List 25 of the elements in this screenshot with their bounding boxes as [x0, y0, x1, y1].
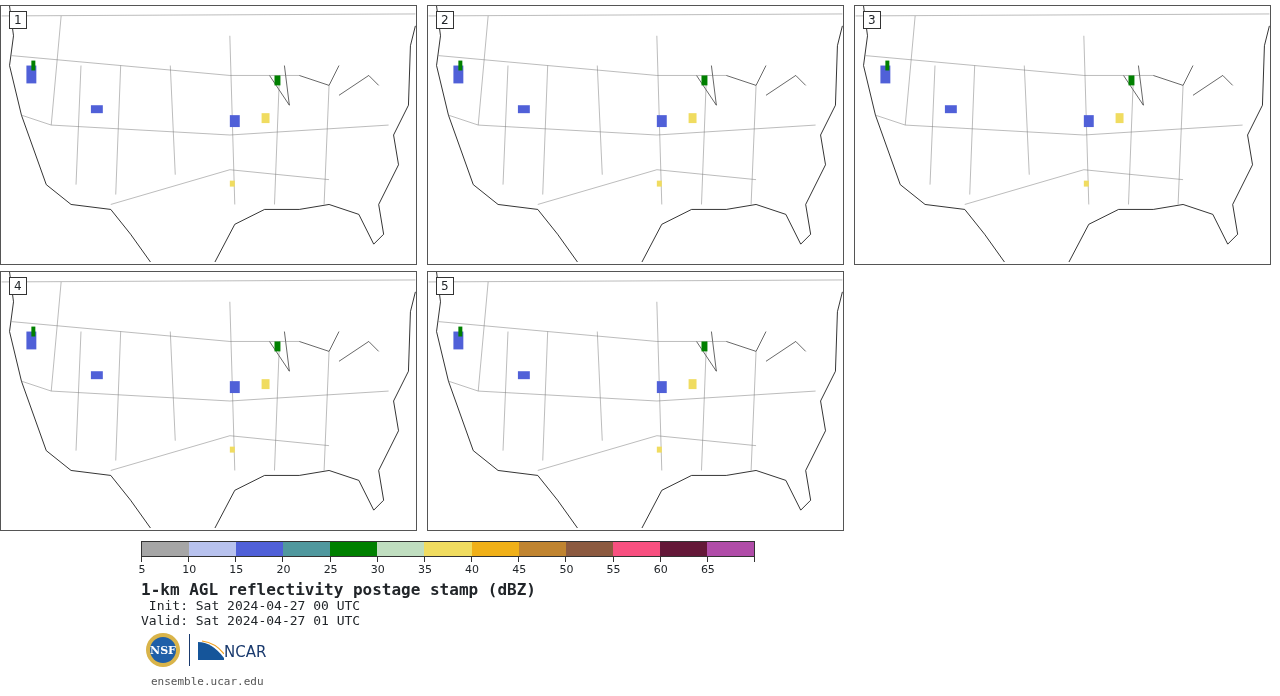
site-url: ensemble.ucar.edu	[151, 675, 264, 689]
valid-time: Valid: Sat 2024-04-27 01 UTC	[141, 613, 362, 629]
tick-label: 5	[138, 564, 146, 575]
panel-number: 2	[436, 11, 454, 30]
tick-label: 10	[182, 564, 197, 575]
tick-label: 65	[700, 564, 715, 575]
tick-label: 55	[606, 564, 621, 575]
panel-number: 4	[9, 277, 27, 296]
tick-label: 40	[465, 564, 480, 575]
panel-number: 1	[9, 11, 27, 30]
panel-number: 5	[436, 277, 454, 296]
tick-label: 30	[370, 564, 385, 575]
tick-label: 50	[559, 564, 574, 575]
swoosh-icon	[198, 640, 224, 661]
tick-label: 60	[653, 564, 668, 575]
init-time: Init: Sat 2024-04-27 00 UTC	[147, 598, 361, 614]
chart-title: 1-km AGL reflectivity postage stamp (dBZ)	[141, 581, 537, 599]
tick-label: 25	[323, 564, 338, 575]
logo-text: NCAR	[224, 645, 267, 661]
panel-number: 3	[863, 11, 881, 30]
tick-label: 35	[417, 564, 432, 575]
seal-logo: NSF	[145, 632, 181, 669]
tick-label: 20	[276, 564, 291, 575]
tick-label: 45	[512, 564, 527, 575]
tick-label: 15	[229, 564, 244, 575]
